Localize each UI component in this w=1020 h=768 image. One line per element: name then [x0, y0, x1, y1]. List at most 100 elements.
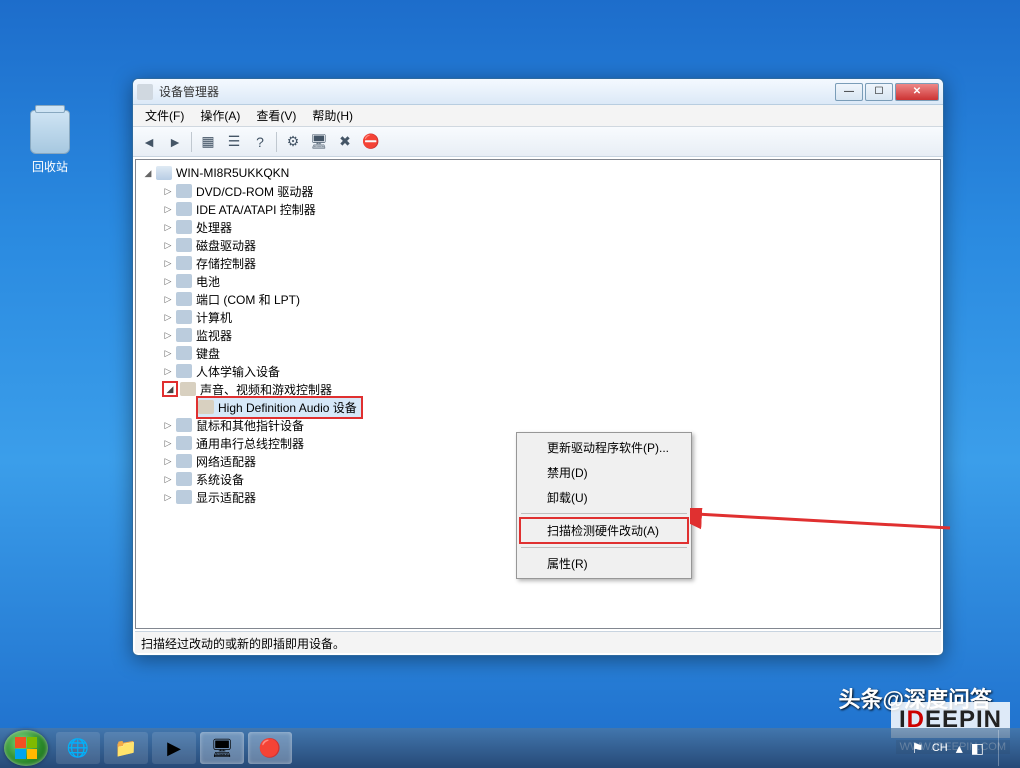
sound-icon	[180, 382, 196, 396]
node-port[interactable]: ▷端口 (COM 和 LPT)	[158, 290, 938, 308]
dvd-icon	[176, 184, 192, 198]
toolbar: ◄ ► ▦ ☰ ? ⚙ 🖥 ✖ ⛔	[133, 127, 943, 157]
hid-icon	[176, 364, 192, 378]
toolbar-separator	[191, 132, 192, 152]
update-driver-button[interactable]: ⚙	[281, 130, 305, 154]
expand-icon[interactable]: ▷	[162, 329, 174, 341]
mouse-icon	[176, 418, 192, 432]
collapse-icon[interactable]: ◢	[142, 167, 154, 179]
windows-logo-icon	[15, 737, 37, 759]
expand-icon[interactable]: ▷	[162, 293, 174, 305]
node-cpu[interactable]: ▷处理器	[158, 218, 938, 236]
tray-chevron-icon[interactable]: ▴	[956, 740, 963, 757]
statusbar: 扫描经过改动的或新的即插即用设备。	[135, 631, 941, 653]
tray-flag-icon[interactable]: ⚑	[911, 740, 924, 757]
node-computer[interactable]: ▷计算机	[158, 308, 938, 326]
expand-icon[interactable]: ▷	[162, 203, 174, 215]
node-monitor[interactable]: ▷监视器	[158, 326, 938, 344]
cm-update-driver[interactable]: 更新驱动程序软件(P)...	[519, 435, 689, 460]
node-storage[interactable]: ▷存储控制器	[158, 254, 938, 272]
ide-icon	[176, 202, 192, 216]
expand-icon[interactable]: ▷	[162, 419, 174, 431]
window-controls	[835, 83, 939, 101]
show-hidden-button[interactable]: ▦	[196, 130, 220, 154]
context-menu: 更新驱动程序软件(P)... 禁用(D) 卸载(U) 扫描检测硬件改动(A) 属…	[516, 432, 692, 579]
nav-forward-button[interactable]: ►	[163, 130, 187, 154]
display-icon	[176, 490, 192, 504]
expand-icon[interactable]: ▷	[162, 311, 174, 323]
maximize-button[interactable]	[865, 83, 893, 101]
taskbar-explorer[interactable]: 📁	[104, 732, 148, 764]
expand-icon[interactable]: ▷	[162, 473, 174, 485]
view-button[interactable]: ☰	[222, 130, 246, 154]
tree-root-node[interactable]: ◢ WIN-MI8R5UKKQKN	[138, 164, 938, 182]
menu-view[interactable]: 查看(V)	[248, 105, 304, 126]
monitor-icon	[176, 328, 192, 342]
titlebar[interactable]: 设备管理器	[133, 79, 943, 105]
tray-lang[interactable]: CH	[932, 742, 948, 754]
expand-icon[interactable]: ▷	[162, 275, 174, 287]
taskbar-app[interactable]: 🔴	[248, 732, 292, 764]
menu-help[interactable]: 帮助(H)	[304, 105, 361, 126]
menubar: 文件(F) 操作(A) 查看(V) 帮助(H)	[133, 105, 943, 127]
cm-properties[interactable]: 属性(R)	[519, 551, 689, 576]
expand-icon[interactable]: ▷	[162, 239, 174, 251]
node-ide[interactable]: ▷IDE ATA/ATAPI 控制器	[158, 200, 938, 218]
help-button[interactable]: ?	[248, 130, 272, 154]
system-tray: ⚑ CH ▴ ◧	[911, 730, 1016, 766]
computer-icon	[156, 166, 172, 180]
recycle-bin-label: 回收站	[20, 158, 80, 175]
taskbar: 🌐 📁 ▶ 🖥 🔴 ⚑ CH ▴ ◧	[0, 728, 1020, 768]
speaker-icon	[198, 400, 214, 414]
nav-back-button[interactable]: ◄	[137, 130, 161, 154]
node-disk[interactable]: ▷磁盘驱动器	[158, 236, 938, 254]
node-hda[interactable]: High Definition Audio 设备	[178, 398, 938, 416]
menu-action[interactable]: 操作(A)	[192, 105, 248, 126]
node-dvd[interactable]: ▷DVD/CD-ROM 驱动器	[158, 182, 938, 200]
hda-label: High Definition Audio 设备	[218, 399, 357, 416]
expand-icon[interactable]: ▷	[162, 221, 174, 233]
battery-icon	[176, 274, 192, 288]
taskbar-ie[interactable]: 🌐	[56, 732, 100, 764]
expand-icon[interactable]: ▷	[162, 347, 174, 359]
menu-file[interactable]: 文件(F)	[137, 105, 192, 126]
minimize-button[interactable]	[835, 83, 863, 101]
node-hid[interactable]: ▷人体学输入设备	[158, 362, 938, 380]
cm-scan-hardware[interactable]: 扫描检测硬件改动(A)	[519, 517, 689, 544]
collapse-icon-highlighted[interactable]: ◢	[162, 381, 178, 397]
cm-separator	[521, 547, 687, 548]
taskbar-media-player[interactable]: ▶	[152, 732, 196, 764]
spacer	[182, 401, 194, 413]
computer-cat-icon	[176, 310, 192, 324]
expand-icon[interactable]: ▷	[162, 185, 174, 197]
expand-icon[interactable]: ▷	[162, 437, 174, 449]
node-battery[interactable]: ▷电池	[158, 272, 938, 290]
expand-icon[interactable]: ▷	[162, 365, 174, 377]
app-icon	[137, 84, 153, 100]
expand-icon[interactable]: ▷	[162, 257, 174, 269]
system-icon	[176, 472, 192, 486]
window-title: 设备管理器	[159, 83, 835, 100]
cpu-icon	[176, 220, 192, 234]
show-desktop-button[interactable]	[998, 730, 1010, 766]
disable-button[interactable]: ⛔	[359, 130, 383, 154]
close-button[interactable]	[895, 83, 939, 101]
recycle-bin-icon	[30, 110, 70, 154]
scan-hardware-button[interactable]: 🖥	[307, 130, 331, 154]
tray-unknown-icon[interactable]: ◧	[971, 740, 984, 757]
expand-icon[interactable]: ▷	[162, 491, 174, 503]
node-keyboard[interactable]: ▷键盘	[158, 344, 938, 362]
cm-uninstall[interactable]: 卸载(U)	[519, 485, 689, 510]
start-button[interactable]	[4, 730, 48, 766]
cm-disable[interactable]: 禁用(D)	[519, 460, 689, 485]
taskbar-device-manager[interactable]: 🖥	[200, 732, 244, 764]
port-icon	[176, 292, 192, 306]
toolbar-separator	[276, 132, 277, 152]
uninstall-button[interactable]: ✖	[333, 130, 357, 154]
keyboard-icon	[176, 346, 192, 360]
usb-icon	[176, 436, 192, 450]
expand-icon[interactable]: ▷	[162, 455, 174, 467]
recycle-bin[interactable]: 回收站	[20, 110, 80, 175]
cm-separator	[521, 513, 687, 514]
storage-icon	[176, 256, 192, 270]
